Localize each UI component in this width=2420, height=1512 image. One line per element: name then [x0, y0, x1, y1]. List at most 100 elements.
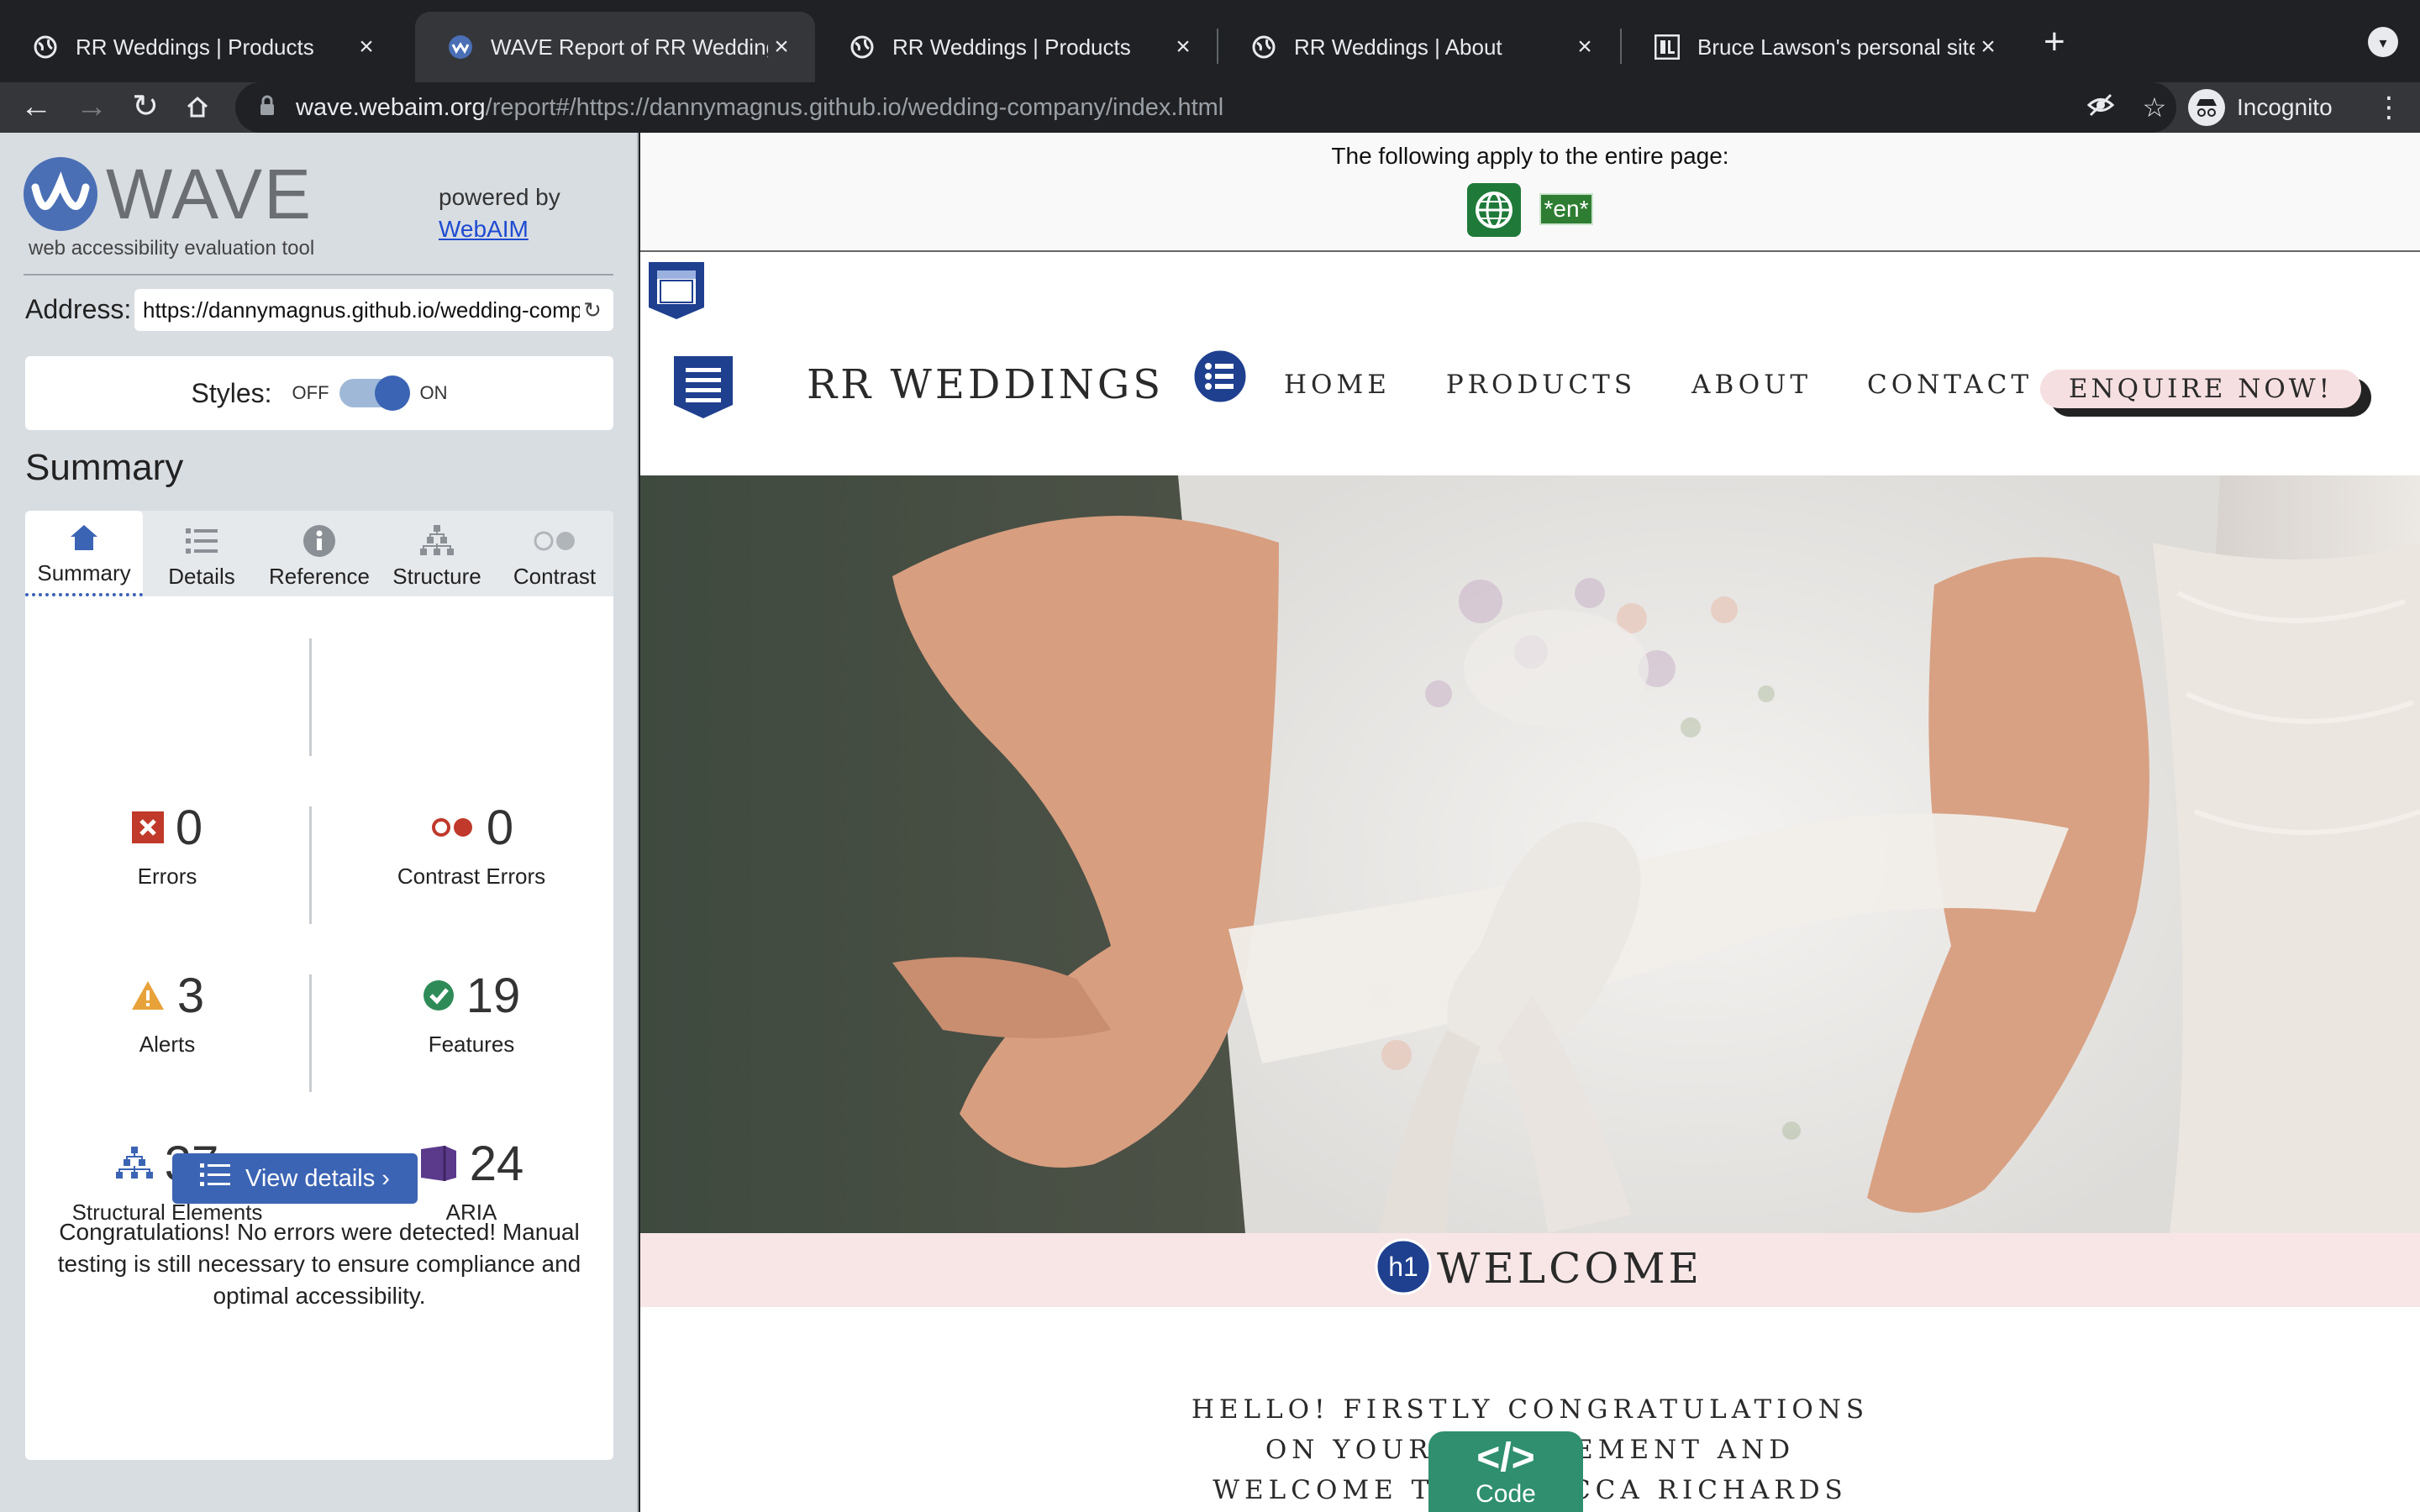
- info-icon: [303, 522, 335, 560]
- navigation-list-icon[interactable]: [1192, 348, 1249, 405]
- close-icon[interactable]: ×: [1571, 33, 1598, 61]
- home-icon: [69, 518, 99, 557]
- globe-icon: [849, 34, 876, 60]
- incognito-indicator[interactable]: Incognito: [2188, 82, 2333, 133]
- address-bar[interactable]: wave.webaim.org/report#/https://dannymag…: [235, 82, 2176, 133]
- wave-logo-text: WAVE: [106, 155, 313, 234]
- tab-details[interactable]: Details: [143, 511, 260, 596]
- browser-tab[interactable]: RR Weddings | Products ×: [817, 12, 1217, 82]
- browser-toolbar: ← → ↻ wave.webaim.org/report#/https://da…: [0, 82, 2420, 133]
- back-arrow-icon[interactable]: ←: [15, 82, 57, 133]
- contrast-errors-stat[interactable]: 0 Contrast Errors: [329, 798, 613, 890]
- enquire-now-button[interactable]: ENQUIRE NOW!: [2040, 370, 2361, 408]
- congrats-message: Congratulations! No errors were detected…: [57, 1219, 581, 1309]
- page-wide-bar: The following apply to the entire page: …: [640, 133, 2420, 252]
- tab-summary[interactable]: Summary: [25, 511, 143, 596]
- styles-off-label: OFF: [292, 382, 329, 403]
- h1-heading-icon[interactable]: h1: [1375, 1238, 1432, 1295]
- styles-toggle[interactable]: [339, 375, 410, 411]
- address-label: Address:: [25, 294, 132, 324]
- code-icon: </>: [1476, 1436, 1535, 1480]
- welcome-heading: WELCOME: [1437, 1244, 1703, 1293]
- globe-icon: [1250, 34, 1277, 60]
- nav-about[interactable]: ABOUT: [1691, 370, 1812, 400]
- structure-icon: [420, 522, 454, 560]
- star-icon[interactable]: ☆: [2138, 91, 2171, 124]
- view-details-button[interactable]: View details ›: [172, 1153, 418, 1204]
- alerts-count: 3: [176, 968, 205, 1023]
- close-icon[interactable]: ×: [1975, 33, 2002, 61]
- wave-logo[interactable]: WAVE: [24, 156, 313, 232]
- list-icon: [186, 522, 218, 560]
- language-tag[interactable]: *en*: [1539, 193, 1594, 225]
- styles-on-label: ON: [419, 382, 448, 403]
- divider: [309, 974, 312, 1092]
- features-stat[interactable]: 19 Features: [329, 966, 613, 1058]
- styles-toggle-box: Styles: OFF ON: [25, 356, 613, 430]
- close-icon[interactable]: ×: [1170, 33, 1197, 61]
- wave-sidebar: WAVE web accessibility evaluation tool p…: [0, 133, 639, 1512]
- alerts-stat[interactable]: 3 Alerts: [25, 966, 309, 1058]
- profile-label: Incognito: [2237, 94, 2333, 120]
- code-toggle-button[interactable]: </> Code: [1428, 1431, 1583, 1512]
- tab-label: Structure: [392, 564, 481, 589]
- site-brand[interactable]: RR WEDDINGS: [807, 361, 1164, 408]
- browser-tab[interactable]: RR Weddings | About ×: [1218, 12, 1618, 82]
- heading-structure-icon[interactable]: [672, 354, 734, 420]
- tab-structure[interactable]: Structure: [378, 511, 496, 596]
- wave-logo-icon: [24, 157, 97, 231]
- intro-line: HELLO! FIRSTLY CONGRATULATIONS: [1191, 1394, 1870, 1425]
- aria-icon: [420, 1146, 456, 1181]
- tab-label: Reference: [269, 564, 370, 589]
- language-icon[interactable]: [1466, 183, 1521, 237]
- divider: [24, 274, 613, 276]
- aria-count: 24: [469, 1136, 524, 1191]
- nav-products[interactable]: PRODUCTS: [1446, 370, 1636, 400]
- error-icon: [131, 811, 164, 843]
- errors-stat[interactable]: 0 Errors: [25, 798, 309, 890]
- powered-by: powered by WebAIM: [439, 181, 560, 245]
- wave-icon: [447, 34, 474, 60]
- page-preview: The following apply to the entire page: …: [640, 133, 2420, 1512]
- tab-contrast[interactable]: Contrast: [496, 511, 613, 596]
- tab-label: Contrast: [513, 564, 597, 589]
- browser-tab-active[interactable]: WAVE Report of RR Weddings | ×: [415, 12, 815, 82]
- features-label: Features: [428, 1032, 515, 1057]
- contrast-icon: [533, 522, 576, 560]
- lock-icon: [259, 95, 281, 121]
- refresh-icon[interactable]: ↻: [580, 297, 605, 323]
- page-wide-text: The following apply to the entire page:: [1331, 143, 1729, 169]
- code-label: Code: [1476, 1480, 1536, 1508]
- forward-arrow-icon[interactable]: →: [71, 82, 113, 133]
- summary-panel: Summary Details Reference Structure Cont…: [25, 511, 613, 1460]
- toggle-knob: [374, 375, 410, 411]
- divider: [309, 638, 312, 756]
- nav-home[interactable]: HOME: [1284, 370, 1391, 400]
- url-host: wave.webaim.org: [296, 93, 486, 121]
- alerts-label: Alerts: [139, 1032, 196, 1057]
- nav-contact[interactable]: CONTACT: [1867, 370, 2033, 400]
- site-nav: HOME PRODUCTS ABOUT CONTACT: [1284, 370, 2033, 400]
- contrast-errors-count: 0: [486, 800, 514, 855]
- new-tab-button[interactable]: +: [2044, 22, 2065, 62]
- address-input[interactable]: https://dannymagnus.github.io/wedding-co…: [134, 289, 613, 331]
- wave-tagline: web accessibility evaluation tool: [29, 237, 315, 260]
- webaim-link[interactable]: WebAIM: [439, 216, 529, 242]
- tab-strip: RR Weddings | Products × WAVE Report of …: [0, 0, 2420, 82]
- close-icon[interactable]: ×: [768, 33, 795, 61]
- tab-reference[interactable]: Reference: [260, 511, 378, 596]
- eye-off-icon[interactable]: [2084, 91, 2118, 124]
- browser-tab[interactable]: RR Weddings | Products ×: [0, 12, 400, 82]
- bl-icon: [1654, 34, 1681, 60]
- chevron-down-icon[interactable]: ▾: [2368, 27, 2398, 57]
- structure-icon: [115, 1147, 153, 1179]
- reload-icon[interactable]: ↻: [124, 82, 166, 133]
- more-menu-icon[interactable]: ⋮: [2375, 82, 2403, 133]
- tab-title: RR Weddings | About: [1294, 34, 1502, 60]
- home-icon[interactable]: [176, 82, 218, 133]
- browser-tab[interactable]: Bruce Lawson's personal site ×: [1622, 12, 2022, 82]
- header-region-icon[interactable]: [647, 260, 706, 321]
- divider: [309, 806, 312, 924]
- close-icon[interactable]: ×: [353, 33, 380, 61]
- tab-label: Details: [168, 564, 235, 589]
